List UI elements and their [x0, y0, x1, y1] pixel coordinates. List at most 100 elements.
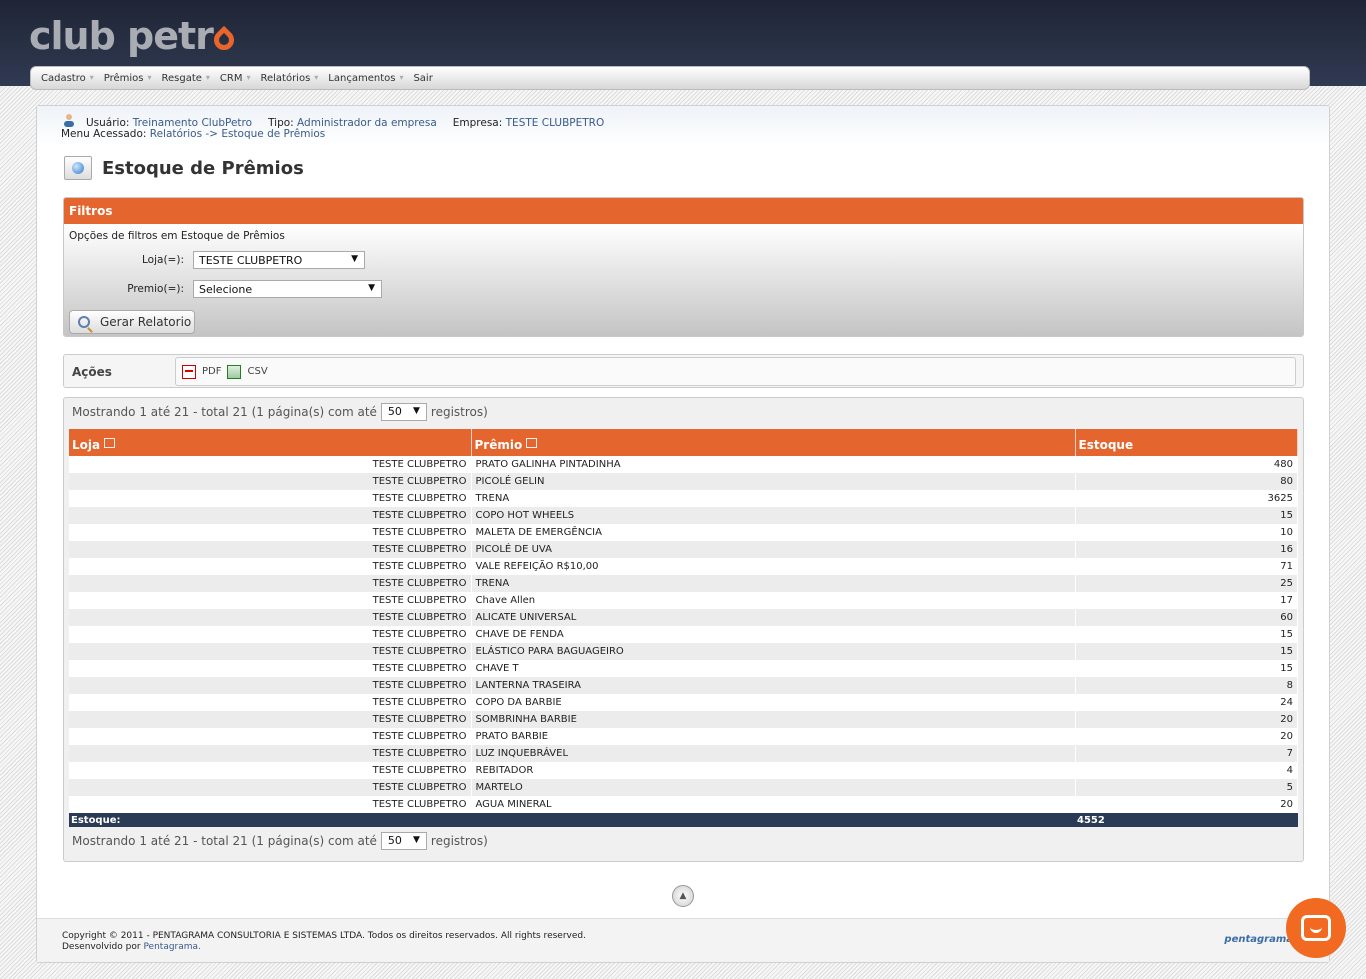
header-bar: club petr Cadastro ▾ Prêmios ▾ Resgate ▾ CR… [0, 0, 1366, 90]
cell-premio: CHAVE DE FENDA [471, 626, 1076, 643]
chat-launcher-button[interactable] [1286, 898, 1346, 958]
cell-premio: SOMBRINHA BARBIE [471, 711, 1076, 728]
filters-subtitle: Opções de filtros em Estoque de Prêmios [69, 230, 285, 242]
cell-loja: TESTE CLUBPETRO [69, 575, 472, 592]
pentagrama-logo[interactable]: pentagrama [1224, 934, 1293, 945]
table-row: TESTE CLUBPETRO VALE REFEIÇÃO R$10,00 71 [69, 558, 1298, 575]
table-row: TESTE CLUBPETRO Chave Allen 17 [69, 592, 1298, 609]
menu-crm[interactable]: CRM ▾ [220, 73, 251, 84]
menu-resgate[interactable]: Resgate ▾ [161, 73, 209, 84]
cell-premio: MARTELO [471, 779, 1076, 796]
cell-estoque: 20 [1075, 728, 1298, 745]
menu-sair[interactable]: Sair [413, 73, 434, 84]
table-row: TESTE CLUBPETRO ALICATE UNIVERSAL 60 [69, 609, 1298, 626]
cell-premio: REBITADOR [471, 762, 1076, 779]
table-row: TESTE CLUBPETRO ELÁSTICO PARA BAGUAGEIRO 1… [69, 643, 1298, 660]
table-row: TESTE CLUBPETRO CHAVE T 15 [69, 660, 1298, 677]
breadcrumb: Menu Acessado: Relatórios -> Estoque de … [61, 128, 326, 140]
cell-loja: TESTE CLUBPETRO [69, 643, 472, 660]
stock-table: Loja Prêmio Estoque TESTE CLUBPETRO PRATO… [69, 429, 1298, 827]
cell-estoque: 17 [1075, 592, 1298, 609]
table-row: TESTE CLUBPETRO REBITADOR 4 [69, 762, 1298, 779]
cell-premio: MALETA DE EMERGÊNCIA [471, 524, 1076, 541]
gerar-relatorio-button[interactable]: Gerar Relatorio [69, 310, 195, 334]
cell-estoque: 5 [1075, 779, 1298, 796]
cell-loja: TESTE CLUBPETRO [69, 490, 472, 507]
table-row: TESTE CLUBPETRO MALETA DE EMERGÊNCIA 10 [69, 524, 1298, 541]
filters-header: Filtros [64, 198, 1303, 224]
club-petro-logo[interactable]: club petr [29, 14, 239, 58]
cell-estoque: 3625 [1075, 490, 1298, 507]
cell-estoque: 15 [1075, 626, 1298, 643]
cell-estoque: 20 [1075, 711, 1298, 728]
page-title: Estoque de Prêmios [102, 157, 304, 179]
user-icon [64, 114, 74, 127]
cell-premio: TRENA [471, 575, 1076, 592]
cell-loja: TESTE CLUBPETRO [69, 524, 472, 541]
content-panel: Usuário: Treinamento ClubPetro Tipo: Adm… [36, 105, 1330, 963]
drop-icon [209, 25, 239, 55]
cell-premio: ELÁSTICO PARA BAGUAGEIRO [471, 643, 1076, 660]
scroll-top-icon[interactable]: ▲ [672, 885, 694, 907]
table-row: TESTE CLUBPETRO PICOLÉ GELIN 80 [69, 473, 1298, 490]
menu-relatorios[interactable]: Relatórios ▾ [260, 73, 318, 84]
cell-loja: TESTE CLUBPETRO [69, 677, 472, 694]
cell-premio: VALE REFEIÇÃO R$10,00 [471, 558, 1076, 575]
cell-premio: Chave Allen [471, 592, 1076, 609]
cell-premio: TRENA [471, 490, 1076, 507]
cell-loja: TESTE CLUBPETRO [69, 558, 472, 575]
results-box: Mostrando 1 até 21 - total 21 (1 página(… [63, 397, 1304, 862]
csv-icon[interactable] [227, 364, 242, 379]
cell-premio: CHAVE T [471, 660, 1076, 677]
cell-estoque: 480 [1075, 456, 1298, 473]
chat-icon [1301, 915, 1331, 941]
table-row: TESTE CLUBPETRO LUZ INQUEBRÁVEL 7 [69, 745, 1298, 762]
table-row: TESTE CLUBPETRO TRENA 3625 [69, 490, 1298, 507]
menu-premios[interactable]: Prêmios ▾ [104, 73, 152, 84]
filters-box: Filtros Opções de filtros em Estoque de … [63, 197, 1304, 337]
pager-top: Mostrando 1 até 21 - total 21 (1 página(… [72, 403, 488, 421]
loja-select[interactable]: TESTE CLUBPETRO ▼ [193, 251, 365, 269]
per-page-select-bottom[interactable]: 50 ▼ [380, 832, 427, 850]
total-value: 4552 [1075, 813, 1298, 827]
table-row: TESTE CLUBPETRO PRATO BARBIE 20 [69, 728, 1298, 745]
page-icon [64, 156, 92, 180]
cell-estoque: 8 [1075, 677, 1298, 694]
export-csv-link[interactable]: CSV [247, 366, 267, 377]
cell-estoque: 25 [1075, 575, 1298, 592]
cell-loja: TESTE CLUBPETRO [69, 592, 472, 609]
cell-premio: PICOLÉ DE UVA [471, 541, 1076, 558]
cell-estoque: 15 [1075, 507, 1298, 524]
cell-loja: TESTE CLUBPETRO [69, 473, 472, 490]
cell-loja: TESTE CLUBPETRO [69, 507, 472, 524]
cell-premio: COPO HOT WHEELS [471, 507, 1076, 524]
cell-loja: TESTE CLUBPETRO [69, 694, 472, 711]
table-total-row: Estoque: 4552 [69, 813, 1298, 827]
export-pdf-link[interactable]: PDF [202, 366, 221, 377]
pentagrama-link[interactable]: Pentagrama. [143, 942, 200, 952]
cell-loja: TESTE CLUBPETRO [69, 711, 472, 728]
dropdown-arrow-icon: ▼ [368, 283, 375, 293]
premio-select[interactable]: Selecione ▼ [193, 280, 382, 298]
table-row: TESTE CLUBPETRO COPO DA BARBIE 24 [69, 694, 1298, 711]
pdf-icon[interactable] [182, 364, 196, 379]
cell-loja: TESTE CLUBPETRO [69, 779, 472, 796]
cell-estoque: 4 [1075, 762, 1298, 779]
cell-loja: TESTE CLUBPETRO [69, 660, 472, 677]
table-row: TESTE CLUBPETRO AGUA MINERAL 20 [69, 796, 1298, 813]
menu-lancamentos[interactable]: Lançamentos ▾ [328, 73, 403, 84]
actions-label: Ações [72, 365, 112, 379]
footer: Copyright © 2011 - PENTAGRAMA CONSULTORI… [37, 918, 1329, 962]
per-page-select-top[interactable]: 50 ▼ [380, 403, 427, 421]
menu-cadastro[interactable]: Cadastro ▾ [41, 73, 94, 84]
total-label: Estoque: [69, 813, 1075, 827]
cell-loja: TESTE CLUBPETRO [69, 728, 472, 745]
cell-estoque: 16 [1075, 541, 1298, 558]
cell-premio: COPO DA BARBIE [471, 694, 1076, 711]
table-row: TESTE CLUBPETRO LANTERNA TRASEIRA 8 [69, 677, 1298, 694]
cell-estoque: 24 [1075, 694, 1298, 711]
col-header-premio[interactable]: Prêmio [471, 429, 1076, 456]
sort-icon[interactable] [526, 437, 538, 448]
col-header-loja[interactable]: Loja [69, 429, 472, 456]
sort-icon[interactable] [104, 437, 116, 448]
